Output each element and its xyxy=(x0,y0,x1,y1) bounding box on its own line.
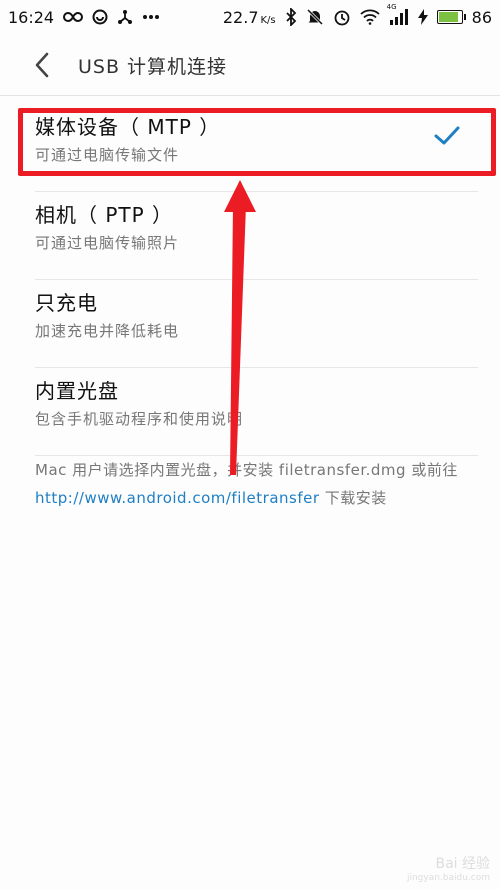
option-desc: 加速充电并降低耗电 xyxy=(35,322,180,340)
infinity-icon xyxy=(63,11,84,23)
option-desc: 包含手机驱动程序和使用说明 xyxy=(35,410,244,428)
mac-note: Mac 用户请选择内置光盘，并安装 filetransfer.dmg 或前往 h… xyxy=(35,456,480,512)
option-desc: 可通过电脑传输文件 xyxy=(35,146,180,164)
battery-percent: 86 xyxy=(471,7,492,27)
option-title: 媒体设备（ MTP ） xyxy=(35,115,221,139)
app-icon xyxy=(92,9,108,25)
mute-icon xyxy=(306,8,324,26)
watermark-url: jingyan.baidu.com xyxy=(406,873,490,883)
option-title: 相机（ PTP ） xyxy=(35,203,174,227)
bluetooth-icon xyxy=(285,8,297,26)
wifi-icon xyxy=(360,9,380,25)
network-speed-value: 22.7 xyxy=(222,7,259,27)
page-title: USB 计算机连接 xyxy=(78,55,228,78)
option-title: 内置光盘 xyxy=(35,379,119,403)
option-charge-only[interactable]: 只充电 加速充电并降低耗电 xyxy=(0,280,500,368)
option-built-in-cd[interactable]: 内置光盘 包含手机驱动程序和使用说明 xyxy=(0,368,500,456)
status-bar: 16:24 22.7 K/s 4G 86 xyxy=(0,0,500,34)
app-header: USB 计算机连接 xyxy=(0,34,500,96)
battery-fill xyxy=(438,12,458,22)
option-mtp[interactable]: 媒体设备（ MTP ） 可通过电脑传输文件 xyxy=(0,104,500,192)
filetransfer-link[interactable]: http://www.android.com/filetransfer xyxy=(35,489,320,507)
alarm-icon xyxy=(333,8,351,26)
watermark-brand: Bai 经验 xyxy=(435,856,490,872)
battery-icon xyxy=(436,10,466,24)
battery-tip xyxy=(463,14,466,20)
share-icon xyxy=(117,9,133,25)
network-speed: 22.7 K/s xyxy=(223,8,276,27)
charging-icon xyxy=(417,9,428,25)
note-text-end: 下载安装 xyxy=(319,489,387,507)
status-bar-right: 22.7 K/s 4G 86 xyxy=(223,3,492,27)
status-bar-left: 16:24 xyxy=(8,8,160,27)
clock: 16:24 xyxy=(8,7,55,27)
usb-options-list: 媒体设备（ MTP ） 可通过电脑传输文件 相机（ PTP ） 可通过电脑传输照… xyxy=(0,104,500,456)
option-ptp[interactable]: 相机（ PTP ） 可通过电脑传输照片 xyxy=(0,192,500,280)
option-title: 只充电 xyxy=(35,291,98,315)
back-arrow-icon xyxy=(35,52,49,78)
check-icon xyxy=(434,126,460,145)
more-dots-icon xyxy=(142,14,160,20)
network-speed-unit: K/s xyxy=(260,14,276,26)
note-text: Mac 用户请选择内置光盘，并安装 filetransfer.dmg 或前往 xyxy=(35,461,458,479)
watermark: Bai 经验 jingyan.baidu.com xyxy=(407,853,490,883)
option-desc: 可通过电脑传输照片 xyxy=(35,234,180,252)
network-type-label: 4G xyxy=(386,3,397,11)
back-button[interactable] xyxy=(20,43,64,87)
header-divider xyxy=(0,95,500,96)
signal-icon: 4G xyxy=(387,3,409,25)
